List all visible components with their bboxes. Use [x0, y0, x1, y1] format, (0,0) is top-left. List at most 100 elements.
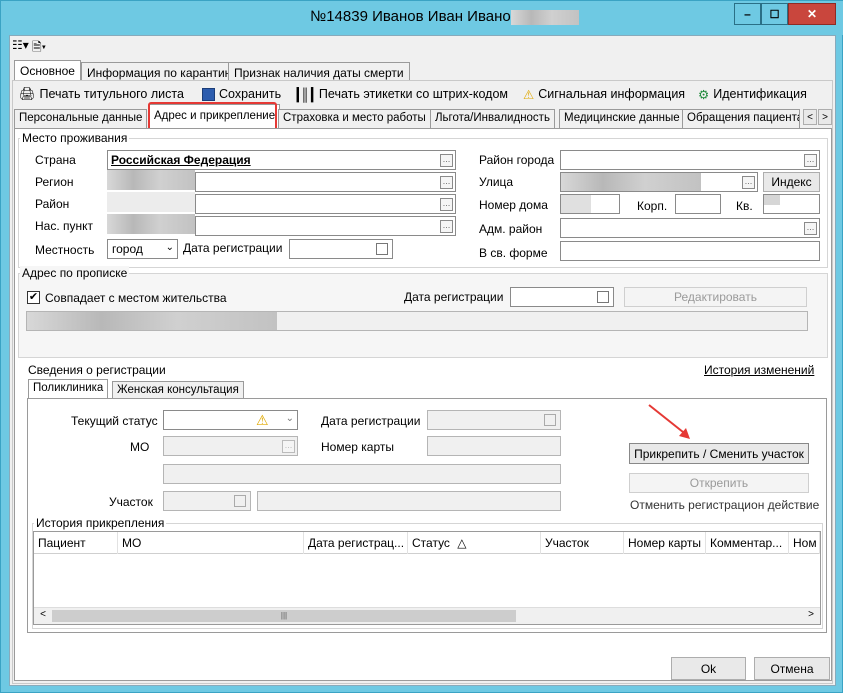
scroll-left-button[interactable]: < [36, 609, 50, 623]
signal-info-button[interactable]: ⚠ Сигнальная информация [523, 84, 685, 104]
calendar-icon[interactable] [376, 243, 388, 255]
tab-personal-data[interactable]: Персональные данные [14, 109, 148, 128]
index-button-label: Индекс [771, 175, 812, 189]
tab-polyclinic[interactable]: Поликлиника [28, 379, 109, 399]
scroll-thumb[interactable]: ||| [52, 610, 516, 622]
col-reg-date[interactable]: Дата регистрац... [304, 532, 408, 554]
tab-visits-label: Обращения пациента [687, 112, 800, 124]
grid-header: Пациент МО Дата регистрац... Статус △ Уч… [34, 532, 820, 554]
free-form-label: В св. форме [479, 246, 548, 260]
patient-window: №14839 Иванов Иван Иванович – ☐ ✕ ☷▾ 🗎▾ … [0, 0, 843, 693]
residence-group-title: Место проживания [22, 131, 128, 145]
tab-benefits[interactable]: Льгота/Инвалидность [430, 109, 555, 128]
tab-insurance-label: Страховка и место работы [283, 112, 426, 124]
street-select-icon[interactable]: … [742, 176, 755, 189]
identification-icon: ⚙ [698, 87, 710, 102]
redacted-house [561, 195, 591, 213]
adm-district-select-icon[interactable]: … [804, 222, 817, 235]
edit-address-label: Редактировать [674, 290, 757, 304]
mo-label: МО [130, 440, 150, 454]
reg-date-label: Дата регистрации [183, 241, 283, 255]
adm-district-field[interactable]: … [560, 218, 820, 238]
identification-button[interactable]: ⚙ Идентификация [698, 84, 807, 104]
dialog-content: ☷▾ 🗎▾ Основное Информация по карантину П… [9, 35, 836, 686]
mo-full-name-field [163, 464, 561, 484]
cancel-action-label[interactable]: Отменить регистрацион действие [630, 498, 819, 512]
maximize-button[interactable]: ☐ [761, 3, 788, 25]
history-link[interactable]: История изменений [704, 363, 814, 377]
terrain-select[interactable]: город ⌄ [107, 239, 178, 259]
tab-insurance[interactable]: Страховка и место работы [278, 109, 431, 128]
card-number-field [427, 436, 561, 456]
tab-medical-data[interactable]: Медицинские данные [559, 109, 685, 128]
locality-field[interactable]: … [195, 216, 456, 236]
cancel-label: Отмена [770, 661, 814, 676]
attach-section-button[interactable]: Прикрепить / Сменить участок [629, 443, 809, 464]
city-district-label: Район города [479, 153, 555, 167]
edit-address-button[interactable]: Редактировать [624, 287, 807, 307]
save-button[interactable]: Сохранить [202, 84, 281, 104]
tab-medical-data-label: Медицинские данные [564, 112, 680, 124]
tab-benefits-label: Льгота/Инвалидность [435, 112, 550, 124]
registration-date-field[interactable] [510, 287, 614, 307]
redacted-region [107, 170, 195, 190]
corp-field[interactable] [675, 194, 721, 214]
city-district-field[interactable]: … [560, 150, 820, 170]
ok-button[interactable]: Ok [671, 657, 746, 680]
district-field[interactable]: … [195, 194, 456, 214]
document-menu-button[interactable]: 🗎▾ [32, 38, 46, 56]
tab-quarantine[interactable]: Информация по карантину [81, 62, 244, 82]
minimize-button[interactable]: – [734, 3, 761, 25]
col-section[interactable]: Участок [541, 532, 624, 554]
maximize-icon: ☐ [769, 8, 780, 21]
region-field[interactable]: … [195, 172, 456, 192]
horizontal-scrollbar[interactable]: < ||| > [34, 607, 820, 624]
close-button[interactable]: ✕ [788, 3, 836, 25]
locality-select-icon[interactable]: … [440, 220, 453, 233]
col-comment[interactable]: Комментар... [706, 532, 789, 554]
title-bar: №14839 Иванов Иван Иванович – ☐ ✕ [1, 1, 843, 35]
city-district-select-icon[interactable]: … [804, 154, 817, 167]
scroll-right-button[interactable]: > [804, 609, 818, 623]
calendar-icon[interactable] [597, 291, 609, 303]
attachment-history-grid[interactable]: Пациент МО Дата регистрац... Статус △ Уч… [33, 531, 821, 625]
grip-icon: ||| [280, 611, 288, 620]
layout-icon: ☷▾ [12, 38, 29, 52]
tab-main[interactable]: Основное [14, 60, 81, 81]
col-card-number[interactable]: Номер карты [624, 532, 706, 554]
index-button[interactable]: Индекс [763, 172, 820, 192]
current-reg-date-field [427, 410, 561, 430]
chevron-left-icon: < [807, 111, 813, 123]
reg-date-field[interactable] [289, 239, 393, 259]
tab-polyclinic-label: Поликлиника [33, 382, 104, 394]
tabs-scroll-right[interactable]: > [818, 109, 832, 125]
print-barcode-button[interactable]: ┃║┃ Печать этикетки со штрих-кодом [294, 84, 508, 104]
tab-visits[interactable]: Обращения пациента [682, 109, 800, 128]
district-label: Район [35, 197, 70, 211]
district-select-icon[interactable]: … [440, 198, 453, 211]
layout-menu-button[interactable]: ☷▾ [12, 38, 29, 56]
detach-button[interactable]: Открепить [629, 473, 809, 493]
annotation-arrow [648, 404, 690, 439]
tab-death-date[interactable]: Признак наличия даты смерти [228, 62, 410, 82]
country-select-icon[interactable]: … [440, 154, 453, 167]
tabs-scroll-left[interactable]: < [803, 109, 817, 125]
cancel-button[interactable]: Отмена [754, 657, 830, 680]
col-mo[interactable]: МО [118, 532, 304, 554]
col-status[interactable]: Статус △ [408, 532, 541, 554]
printer-icon: 🖨 [19, 86, 36, 101]
redacted-district [107, 192, 195, 212]
same-address-checkbox[interactable]: ✔ [27, 291, 40, 304]
free-form-field[interactable] [560, 241, 820, 261]
chevron-down-icon: ⌄ [285, 413, 294, 424]
section-label: Участок [109, 495, 153, 509]
col-patient[interactable]: Пациент [34, 532, 118, 554]
region-label: Регион [35, 175, 74, 189]
region-select-icon[interactable]: … [440, 176, 453, 189]
country-field[interactable]: Российская Федерация … [107, 150, 456, 170]
print-title-button[interactable]: 🖨 Печать титульного листа [19, 84, 184, 104]
tab-womens-consultation-label: Женская консультация [117, 384, 239, 396]
status-select[interactable]: ⚠ ⌄ [163, 410, 298, 430]
terrain-value: город [112, 242, 143, 256]
col-number[interactable]: Ном [789, 532, 820, 554]
